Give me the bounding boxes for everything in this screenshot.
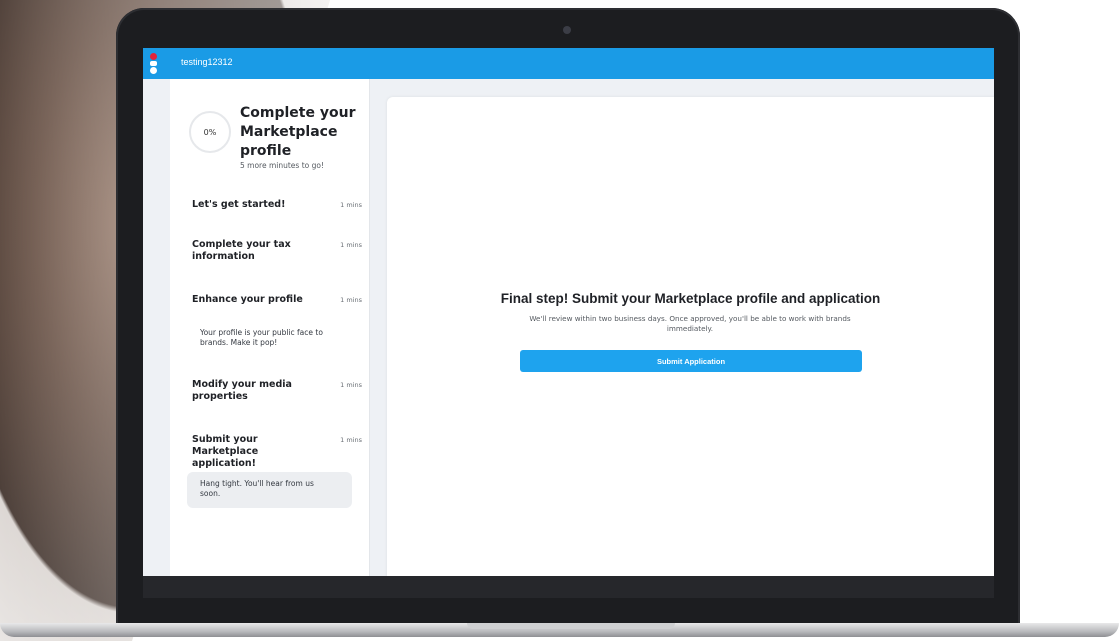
- submit-application-button[interactable]: Submit Application: [520, 350, 862, 372]
- webcam-icon: [563, 26, 571, 34]
- laptop-notch: [467, 623, 675, 629]
- stage: testing12312 0% Complete your Marketplac…: [0, 0, 1119, 641]
- step-description: Your profile is your public face to bran…: [200, 328, 323, 347]
- left-rail: [143, 79, 170, 576]
- status-note-text: Hang tight. You'll hear from us soon.: [200, 479, 314, 498]
- onboarding-sidebar: 0% Complete your Marketplace profile 5 m…: [170, 79, 369, 576]
- status-note: Hang tight. You'll hear from us soon.: [187, 472, 352, 508]
- step-title: Enhance your profile: [192, 294, 303, 305]
- logo-dot-red: [150, 53, 157, 60]
- step-title: Complete your tax information: [192, 239, 291, 262]
- step-title: Modify your media properties: [192, 379, 292, 402]
- app-screen: testing12312 0% Complete your Marketplac…: [143, 48, 994, 576]
- logo-dot-middle: [150, 61, 157, 66]
- step-time: 1 mins: [340, 436, 362, 444]
- step-time: 1 mins: [340, 296, 362, 304]
- logo-dot-bottom: [150, 67, 157, 74]
- top-bar: testing12312: [143, 48, 994, 79]
- app-logo-icon[interactable]: [150, 53, 158, 74]
- sidebar-divider: [369, 79, 370, 576]
- step-time: 1 mins: [340, 241, 362, 249]
- progress-percent: 0%: [203, 127, 217, 137]
- final-step-title: Final step! Submit your Marketplace prof…: [500, 291, 881, 306]
- final-step-description: We'll review within two business days. O…: [529, 314, 851, 333]
- step-title: Let's get started!: [192, 199, 286, 210]
- main-content-card: Final step! Submit your Marketplace prof…: [387, 97, 994, 576]
- profile-subtitle: 5 more minutes to go!: [240, 161, 324, 170]
- step-time: 1 mins: [340, 381, 362, 389]
- username-label[interactable]: testing12312: [181, 57, 233, 67]
- step-time: 1 mins: [340, 201, 362, 209]
- profile-title: Complete your Marketplace profile: [240, 105, 356, 159]
- step-title: Submit your Marketplace application!: [192, 434, 259, 469]
- progress-ring: 0%: [189, 111, 231, 153]
- laptop-bezel-bottom: [143, 576, 994, 598]
